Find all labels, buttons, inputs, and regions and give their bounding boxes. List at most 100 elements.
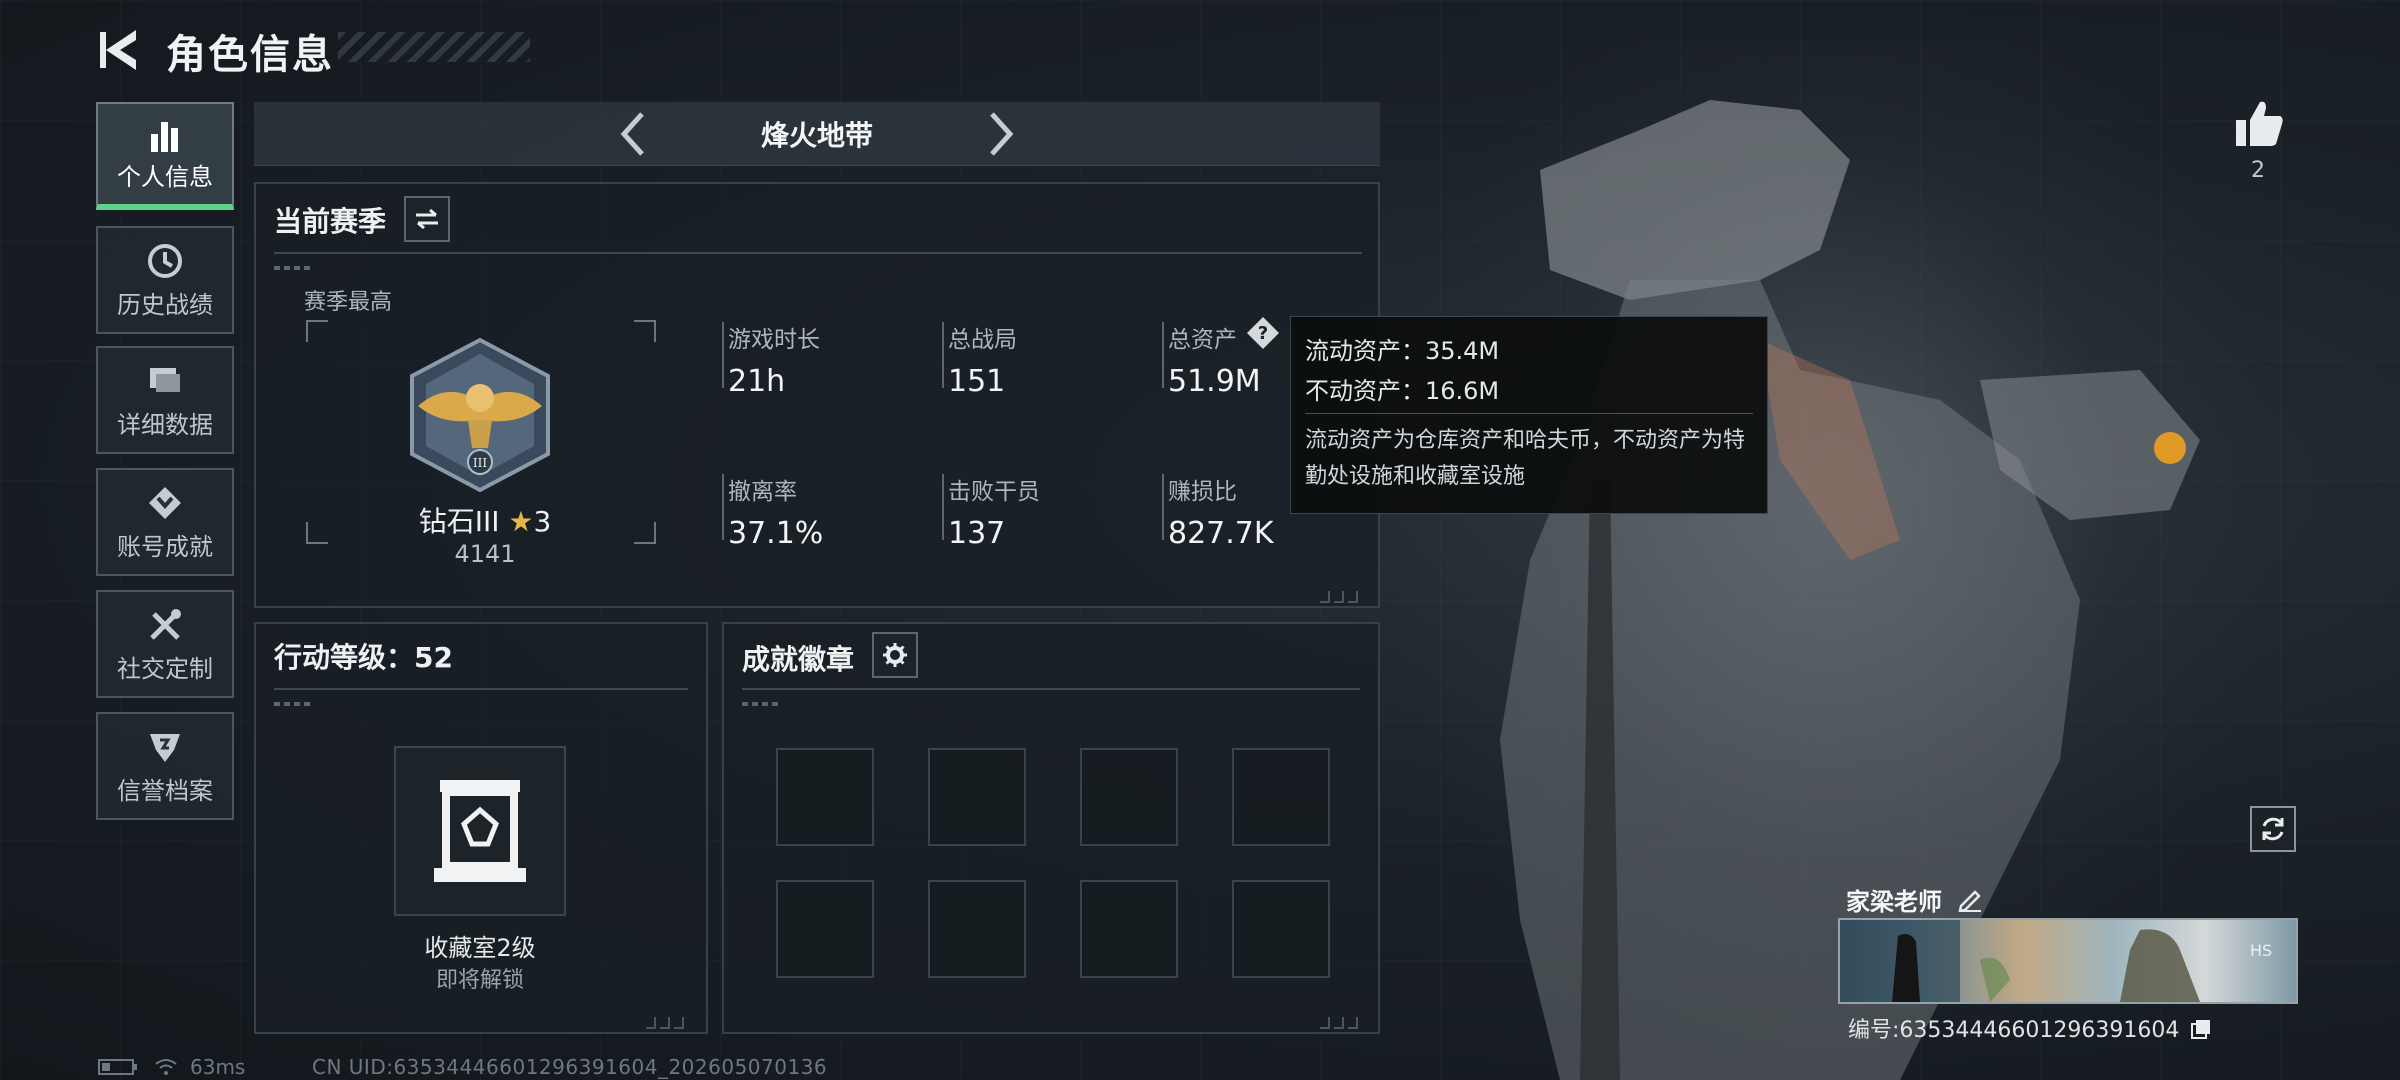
star-icon: ★	[508, 505, 534, 538]
rotate-view-button[interactable]	[2250, 806, 2296, 852]
stat-value: 51.9M	[1168, 364, 1261, 399]
sidebar-item-history[interactable]: 历史战绩	[96, 226, 234, 334]
bar-chart-icon	[151, 122, 178, 152]
stat-value: 151	[948, 364, 1006, 399]
help-icon[interactable]: ?	[1246, 316, 1280, 350]
rank-title: 钻石III	[418, 505, 500, 538]
back-button[interactable]	[96, 24, 144, 76]
player-name-row: 家梁老师	[1846, 882, 1983, 916]
action-level-title: 行动等级：52	[274, 641, 453, 674]
panel-corner-decoration	[1316, 1014, 1366, 1029]
badge-slot[interactable]	[928, 880, 1026, 978]
sidebar-item-achievements[interactable]: 账号成就	[96, 468, 234, 576]
uid-text: CN UID:63534446601296391604_202605070136	[312, 1055, 828, 1079]
stat-label: 撤离率	[728, 479, 797, 505]
title-decoration	[338, 32, 530, 62]
ping-text: 63ms	[190, 1055, 246, 1079]
sidebar-item-label: 账号成就	[117, 533, 213, 561]
sidebar-item-label: 个人信息	[117, 163, 213, 191]
badge-slot[interactable]	[928, 748, 1026, 846]
divider-ticks	[274, 266, 314, 270]
achievement-icon	[149, 487, 181, 519]
battery-icon	[98, 1059, 137, 1075]
badge-settings-button[interactable]	[872, 632, 918, 678]
season-name: 烽火地带	[760, 119, 873, 152]
stat-label: 击败干员	[948, 479, 1040, 505]
edit-pencil-icon[interactable]	[1957, 886, 1983, 913]
assets-tooltip: 流动资产：35.4M 不动资产：16.6M 流动资产为仓库资产和哈夫币，不动资产…	[1290, 316, 1768, 514]
stat-value: 21h	[728, 364, 786, 399]
player-card-banner[interactable]: HS	[1838, 918, 2298, 1004]
tools-icon	[150, 609, 181, 640]
divider	[274, 688, 688, 690]
folder-icon	[150, 368, 180, 392]
season-panel-title: 当前赛季	[274, 205, 387, 238]
badge-slot[interactable]	[1232, 748, 1330, 846]
divider-ticks	[742, 702, 782, 706]
sidebar-item-social[interactable]: 社交定制	[96, 590, 234, 698]
season-selector: 烽火地带	[254, 102, 1380, 166]
swap-icon	[416, 208, 438, 230]
wifi-icon	[155, 1059, 177, 1075]
liquid-assets-text: 流动资产：35.4M	[1305, 337, 1500, 365]
stat-marker	[1162, 474, 1164, 540]
player-name: 家梁老师	[1846, 888, 1942, 916]
stat-value: 137	[948, 516, 1006, 551]
refresh-icon	[2262, 817, 2284, 841]
stat-label: 赚损比	[1168, 479, 1237, 505]
stat-marker	[942, 474, 944, 540]
svg-text:HS: HS	[2250, 941, 2272, 960]
status-bar: 63ms	[98, 1055, 246, 1079]
stat-marker	[722, 322, 724, 388]
badge-slot[interactable]	[1080, 880, 1178, 978]
stat-marker	[942, 322, 944, 388]
collection-room-status: 即将解锁	[435, 968, 524, 993]
stat-label: 游戏时长	[728, 327, 820, 353]
badges-title: 成就徽章	[742, 643, 855, 676]
collection-room-card[interactable]	[394, 746, 566, 916]
divider	[274, 252, 1362, 254]
sidebar-item-reputation[interactable]: 信誉档案	[96, 712, 234, 820]
next-season-button[interactable]	[982, 108, 1022, 160]
sidebar-item-label: 社交定制	[117, 655, 213, 683]
rank-score: 4141	[454, 540, 516, 568]
sidebar-item-label: 详细数据	[117, 411, 213, 439]
collection-room-icon	[434, 780, 526, 882]
chevron-right-icon	[990, 112, 1014, 156]
badge-slot[interactable]	[1232, 880, 1330, 978]
fixed-assets-text: 不动资产：16.6M	[1305, 377, 1500, 405]
like-count: 2	[2251, 158, 2265, 183]
stat-value: 37.1%	[728, 516, 824, 551]
badge-slot[interactable]	[776, 748, 874, 846]
stat-marker	[1162, 322, 1164, 388]
diamond-rank-emblem-icon: III	[410, 337, 550, 493]
collection-room-level: 收藏室2级	[424, 934, 536, 962]
badge-slot[interactable]	[776, 880, 874, 978]
stat-total-matches: 总战局 151	[948, 320, 1017, 399]
stat-extraction-rate: 撤离率 37.1%	[728, 472, 823, 551]
back-arrow-icon	[100, 30, 136, 70]
stat-profit-loss-ratio: 赚损比 827.7K	[1168, 472, 1274, 551]
stat-operators-defeated: 击败干员 137	[948, 472, 1040, 551]
divider	[742, 688, 1360, 690]
player-id-text: 编号:63534446601296391604	[1848, 1018, 2180, 1043]
badge-slot[interactable]	[1080, 748, 1178, 846]
sidebar-item-personal-info[interactable]: 个人信息	[96, 102, 234, 210]
stat-marker	[722, 474, 724, 540]
sidebar-item-detailed-data[interactable]: 详细数据	[96, 346, 234, 454]
player-id: 编号:63534446601296391604	[1848, 1012, 2212, 1044]
sidebar-item-label: 历史战绩	[117, 291, 213, 319]
switch-season-button[interactable]	[404, 196, 450, 242]
rank-stars: 3	[533, 505, 552, 538]
stat-label: 总战局	[948, 327, 1017, 353]
rank-name: 钻石III ★3	[380, 500, 590, 540]
panel-corner-decoration	[642, 1014, 692, 1029]
copy-icon[interactable]	[2190, 1018, 2212, 1040]
history-clock-icon	[148, 244, 182, 278]
gear-icon	[883, 643, 907, 667]
season-best-label: 赛季最高	[304, 290, 393, 315]
thumbs-up-icon[interactable]	[2232, 96, 2286, 150]
stat-value: 827.7K	[1168, 516, 1274, 551]
tooltip-divider	[1305, 413, 1753, 414]
divider-ticks	[274, 702, 314, 706]
